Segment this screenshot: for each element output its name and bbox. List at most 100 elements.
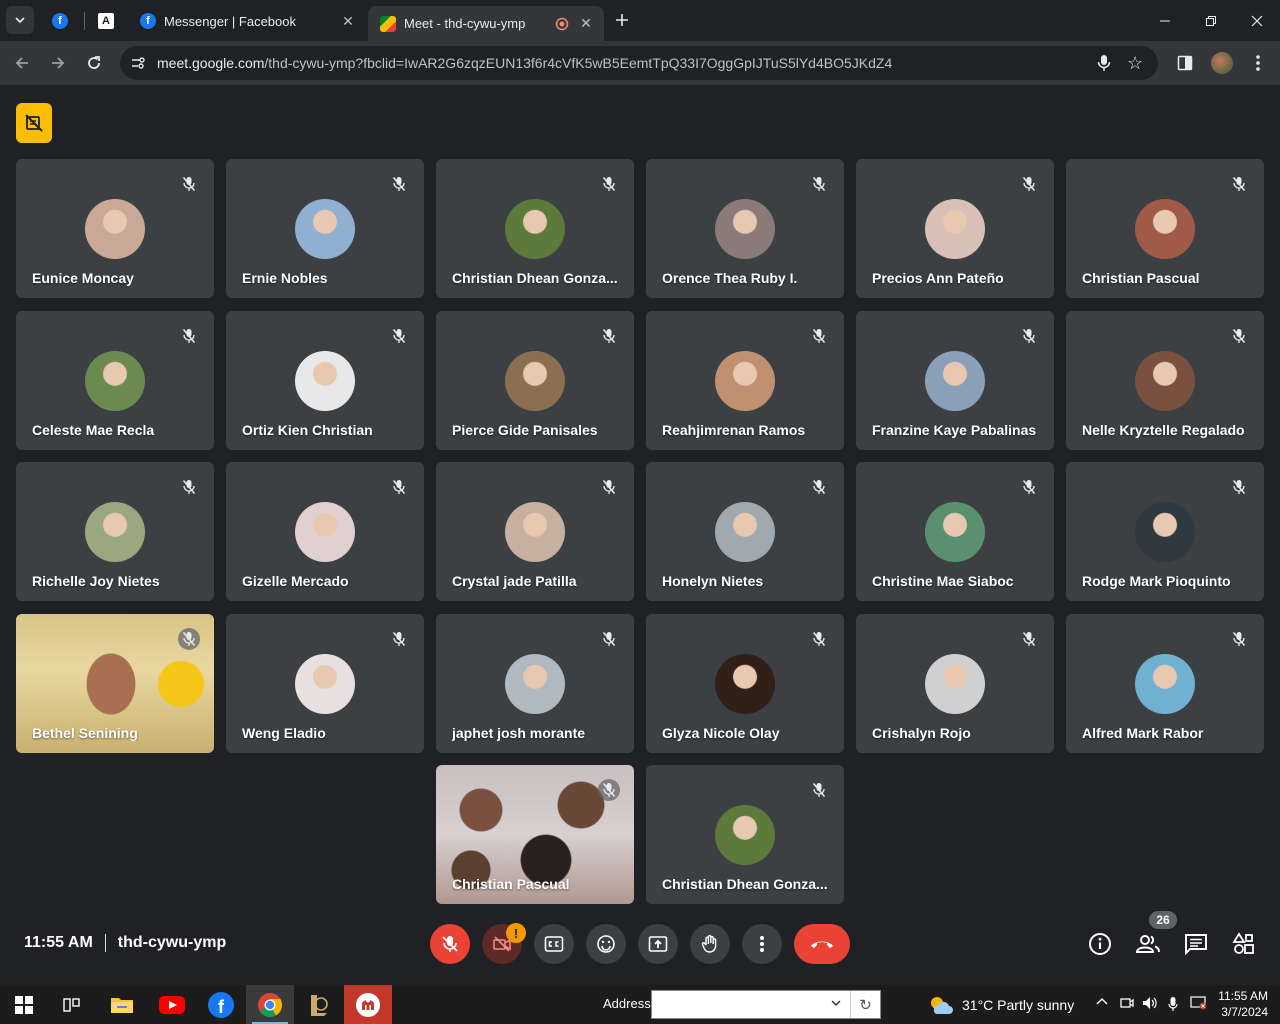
participant-tile[interactable]: Ernie Nobles bbox=[226, 159, 424, 298]
participant-tile[interactable]: Richelle Joy Nietes bbox=[16, 462, 214, 601]
task-view-button[interactable] bbox=[48, 985, 96, 1024]
participant-tile[interactable]: Alfred Mark Rabor bbox=[1066, 614, 1264, 753]
restore-icon bbox=[1206, 15, 1216, 26]
participant-tile[interactable]: Pierce Gide Panisales bbox=[436, 311, 634, 450]
participant-avatar bbox=[925, 351, 985, 411]
participant-avatar bbox=[505, 199, 565, 259]
participant-name: Orence Thea Ruby I. bbox=[662, 270, 798, 286]
raise-hand-button[interactable] bbox=[690, 924, 730, 964]
taskbar-app-red[interactable] bbox=[344, 985, 392, 1024]
participant-tile[interactable]: Reahjimrenan Ramos bbox=[646, 311, 844, 450]
site-settings-icon[interactable] bbox=[130, 55, 146, 76]
participant-name: Gizelle Mercado bbox=[242, 573, 349, 589]
meet-tray-icon[interactable] bbox=[1120, 996, 1134, 1013]
refresh-icon[interactable]: ↻ bbox=[850, 991, 880, 1018]
participant-tile[interactable]: Crishalyn Rojo bbox=[856, 614, 1054, 753]
call-end-icon bbox=[811, 941, 833, 948]
participant-name: Alfred Mark Rabor bbox=[1082, 725, 1204, 741]
chevron-down-icon bbox=[15, 17, 25, 24]
back-button[interactable] bbox=[8, 49, 36, 77]
participant-tile[interactable]: Crystal jade Patilla bbox=[436, 462, 634, 601]
participant-tile[interactable]: Christian Pascual bbox=[1066, 159, 1264, 298]
system-clock[interactable]: 11:55 AM 3/7/2024 bbox=[1210, 988, 1268, 1020]
participant-tile[interactable]: Precios Ann Pateño bbox=[856, 159, 1054, 298]
captions-button[interactable] bbox=[534, 924, 574, 964]
muted-microphone-icon bbox=[178, 628, 200, 650]
participant-tile[interactable]: Bethel Senining bbox=[16, 614, 214, 753]
meeting-details-button[interactable] bbox=[1085, 929, 1115, 959]
participant-tile[interactable]: Weng Eladio bbox=[226, 614, 424, 753]
muted-microphone-icon bbox=[178, 325, 200, 347]
activities-button[interactable] bbox=[1229, 929, 1259, 959]
reload-icon bbox=[88, 56, 100, 69]
chevron-down-icon[interactable] bbox=[830, 996, 842, 1014]
participant-tile[interactable]: japhet josh morante bbox=[436, 614, 634, 753]
close-tab-icon[interactable]: ✕ bbox=[576, 14, 596, 34]
taskbar-league-of-legends[interactable] bbox=[295, 985, 343, 1024]
tab-adobe-pinned[interactable]: A bbox=[86, 5, 130, 37]
participant-tile[interactable]: Celeste Mae Recla bbox=[16, 311, 214, 450]
restore-button[interactable] bbox=[1188, 0, 1234, 41]
chat-button[interactable] bbox=[1181, 929, 1211, 959]
taskbar-file-explorer[interactable] bbox=[98, 985, 146, 1024]
reactions-button[interactable] bbox=[586, 924, 626, 964]
taskbar-youtube[interactable] bbox=[148, 985, 196, 1024]
reload-button[interactable] bbox=[80, 49, 108, 77]
system-time: 11:55 AM bbox=[1218, 989, 1268, 1003]
tab-title: Meet - thd-cywu-ymp bbox=[404, 16, 526, 31]
tab-meet[interactable]: Meet - thd-cywu-ymp ✕ bbox=[368, 6, 604, 41]
new-tab-button[interactable] bbox=[608, 6, 636, 34]
microphone-icon[interactable] bbox=[1096, 54, 1112, 77]
network-icon[interactable] bbox=[1190, 996, 1207, 1013]
tab-facebook-pinned[interactable]: f bbox=[40, 5, 84, 37]
participant-tile[interactable]: Glyza Nicole Olay bbox=[646, 614, 844, 753]
participant-tile[interactable]: Franzine Kaye Pabalinas bbox=[856, 311, 1054, 450]
taskbar-facebook[interactable]: f bbox=[197, 985, 245, 1024]
no-recording-badge[interactable] bbox=[16, 103, 52, 143]
participant-tile[interactable]: Eunice Moncay bbox=[16, 159, 214, 298]
participant-name: Ernie Nobles bbox=[242, 270, 328, 286]
tab-messenger[interactable]: f Messenger | Facebook ✕ bbox=[128, 5, 366, 37]
minimize-icon bbox=[1160, 20, 1170, 21]
url-text: meet.google.com/thd-cywu-ymp?fbclid=IwAR… bbox=[157, 55, 1077, 71]
minimize-button[interactable] bbox=[1142, 0, 1188, 41]
tab-search-button[interactable] bbox=[6, 6, 34, 34]
muted-microphone-icon bbox=[598, 779, 620, 801]
participant-tile[interactable]: Christian Dhean Gonza... bbox=[646, 765, 844, 904]
menu-kebab-icon[interactable] bbox=[1250, 53, 1266, 78]
address-toolbar-input[interactable]: ↻ bbox=[651, 990, 881, 1019]
start-button[interactable] bbox=[0, 985, 48, 1024]
muted-microphone-icon bbox=[808, 779, 830, 801]
bookmark-star-icon[interactable]: ☆ bbox=[1127, 53, 1143, 74]
present-screen-button[interactable] bbox=[638, 924, 678, 964]
participant-tile[interactable]: Nelle Kryztelle Regalado bbox=[1066, 311, 1264, 450]
people-button[interactable] bbox=[1133, 929, 1163, 959]
close-tab-icon[interactable]: ✕ bbox=[338, 11, 358, 31]
participant-tile[interactable]: Orence Thea Ruby I. bbox=[646, 159, 844, 298]
microphone-toggle-button[interactable] bbox=[430, 924, 470, 964]
more-options-button[interactable] bbox=[742, 924, 782, 964]
close-window-button[interactable] bbox=[1234, 0, 1280, 41]
side-panel-icon[interactable] bbox=[1177, 55, 1193, 76]
taskbar-chrome[interactable] bbox=[246, 985, 294, 1024]
participant-tile[interactable]: Honelyn Nietes bbox=[646, 462, 844, 601]
participant-name: Christian Pascual bbox=[452, 876, 570, 892]
participant-tile[interactable]: Christian Dhean Gonza... bbox=[436, 159, 634, 298]
leave-call-button[interactable] bbox=[794, 924, 850, 964]
participant-tile[interactable]: Christine Mae Siaboc bbox=[856, 462, 1054, 601]
league-of-legends-icon bbox=[311, 994, 328, 1016]
arrow-left-icon bbox=[15, 57, 28, 69]
participant-tile[interactable]: Christian Pascual bbox=[436, 765, 634, 904]
participant-name: Reahjimrenan Ramos bbox=[662, 422, 806, 438]
microphone-in-use-icon[interactable] bbox=[1168, 996, 1178, 1015]
address-bar[interactable]: meet.google.com/thd-cywu-ymp?fbclid=IwAR… bbox=[120, 46, 1158, 80]
participant-tile[interactable]: Ortiz Kien Christian bbox=[226, 311, 424, 450]
show-hidden-icons[interactable] bbox=[1096, 996, 1108, 1011]
present-screen-icon bbox=[648, 936, 668, 952]
profile-avatar[interactable] bbox=[1211, 52, 1233, 74]
participant-tile[interactable]: Rodge Mark Pioquinto bbox=[1066, 462, 1264, 601]
weather-widget[interactable]: 31°C Partly sunny bbox=[928, 994, 1074, 1016]
participant-tile[interactable]: Gizelle Mercado bbox=[226, 462, 424, 601]
forward-button[interactable] bbox=[44, 49, 72, 77]
volume-icon[interactable] bbox=[1142, 996, 1158, 1013]
